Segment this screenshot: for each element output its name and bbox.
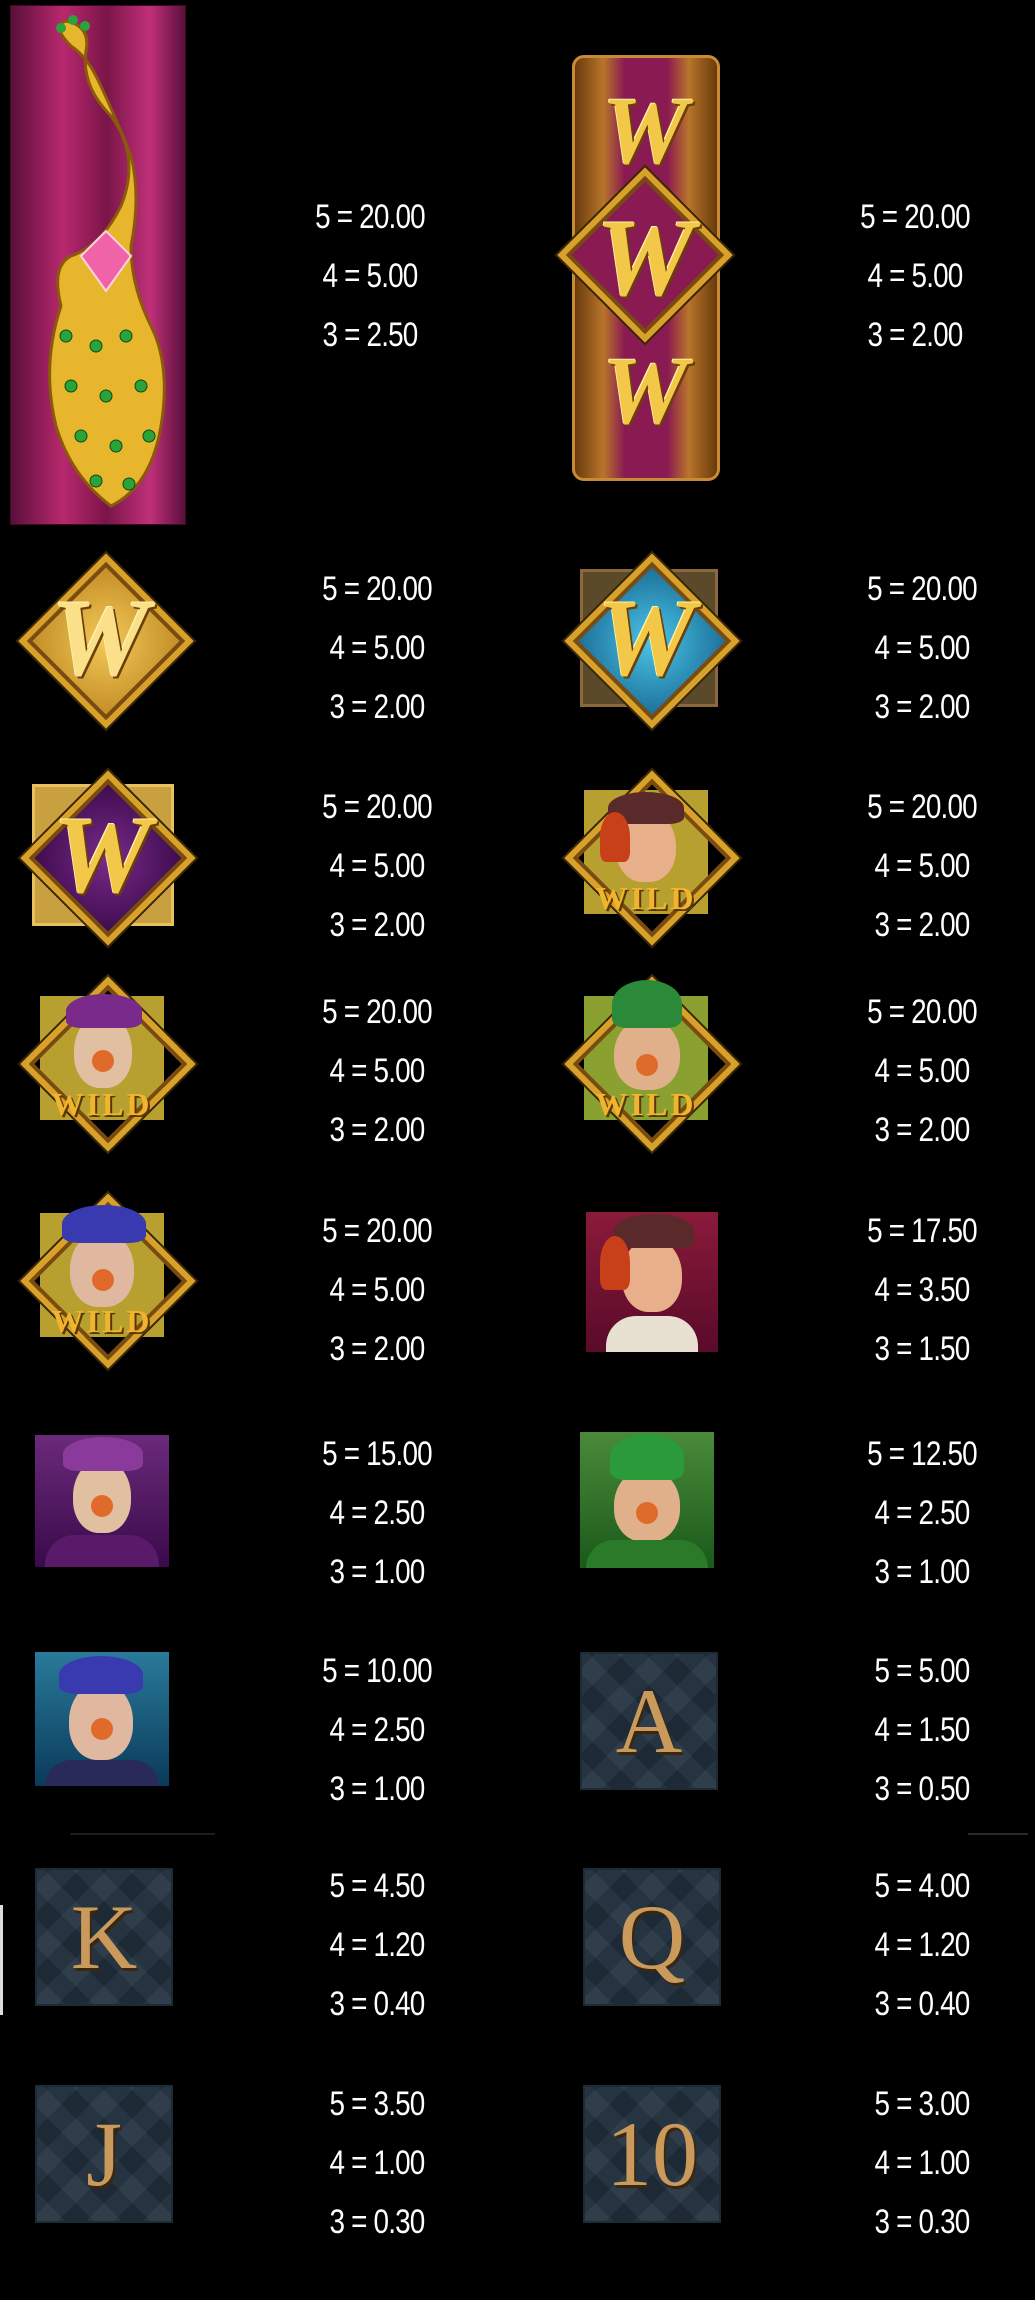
- pay-3: 3 = 2.00: [874, 688, 971, 726]
- woman-wild-symbol: WILD: [564, 770, 740, 946]
- paytable-values: 5 = 20.00 4 = 5.00 3 = 2.00: [277, 560, 477, 737]
- pay-3: 3 = 1.00: [874, 1553, 971, 1591]
- pay-5: 5 = 20.00: [867, 788, 977, 826]
- paytable-values: 5 = 4.00 4 = 1.20 3 = 0.40: [822, 1857, 1022, 2034]
- paytable-values: 5 = 4.50 4 = 1.20 3 = 0.40: [277, 1857, 477, 2034]
- pay-3: 3 = 2.00: [329, 906, 426, 944]
- king-symbol: K: [35, 1868, 173, 2006]
- gold-wild-symbol: W: [18, 553, 194, 729]
- divider: [70, 1833, 215, 1835]
- peacock-symbol: [10, 5, 186, 525]
- pay-3: 3 = 0.40: [874, 1985, 971, 2023]
- paytable-values: 5 = 20.00 4 = 5.00 3 = 2.00: [815, 188, 1015, 365]
- pay-5: 5 = 12.50: [867, 1435, 977, 1473]
- pay-5: 5 = 4.50: [329, 1867, 426, 1905]
- pay-3: 3 = 1.00: [329, 1553, 426, 1591]
- paytable-values: 5 = 20.00 4 = 5.00 3 = 2.00: [277, 778, 477, 955]
- pay-5: 5 = 5.00: [874, 1652, 971, 1690]
- paytable-values: 5 = 15.00 4 = 2.50 3 = 1.00: [277, 1425, 477, 1602]
- pay-4: 4 = 1.00: [329, 2144, 426, 2182]
- pay-5: 5 = 4.00: [874, 1867, 971, 1905]
- divider: [0, 1905, 3, 2015]
- pay-5: 5 = 20.00: [315, 198, 425, 236]
- pay-5: 5 = 3.00: [874, 2085, 971, 2123]
- pay-5: 5 = 20.00: [322, 788, 432, 826]
- pay-4: 4 = 5.00: [329, 847, 426, 885]
- pay-5: 5 = 20.00: [860, 198, 970, 236]
- paytable-values: 5 = 20.00 4 = 5.00 3 = 2.00: [822, 778, 1022, 955]
- pay-4: 4 = 5.00: [867, 257, 964, 295]
- pay-4: 4 = 2.50: [329, 1711, 426, 1749]
- pay-4: 4 = 2.50: [874, 1494, 971, 1532]
- pay-3: 3 = 2.00: [329, 1111, 426, 1149]
- pay-3: 3 = 2.00: [329, 688, 426, 726]
- pay-3: 3 = 0.30: [329, 2203, 426, 2241]
- purple-wild-symbol: W: [20, 770, 196, 946]
- pay-4: 4 = 2.50: [329, 1494, 426, 1532]
- jack-symbol: J: [35, 2085, 173, 2223]
- pay-4: 4 = 3.50: [874, 1271, 971, 1309]
- pay-3: 3 = 0.50: [874, 1770, 971, 1808]
- queen-symbol: Q: [583, 1868, 721, 2006]
- paytable-values: 5 = 3.50 4 = 1.00 3 = 0.30: [277, 2075, 477, 2252]
- paytable-values: 5 = 20.00 4 = 5.00 3 = 2.50: [270, 188, 470, 365]
- pay-3: 3 = 2.00: [867, 316, 964, 354]
- pay-4: 4 = 1.20: [874, 1926, 971, 1964]
- divider: [968, 1833, 1028, 1835]
- blue-man-wild-symbol: WILD: [20, 1193, 196, 1369]
- pay-5: 5 = 20.00: [867, 993, 977, 1031]
- green-man-wild-symbol: WILD: [564, 976, 740, 1152]
- pay-5: 5 = 10.00: [322, 1652, 432, 1690]
- purple-man-symbol: [35, 1435, 169, 1567]
- pay-5: 5 = 3.50: [329, 2085, 426, 2123]
- pay-4: 4 = 1.00: [874, 2144, 971, 2182]
- blue-wild-symbol: W: [564, 553, 740, 729]
- paytable-values: 5 = 10.00 4 = 2.50 3 = 1.00: [277, 1642, 477, 1819]
- stacked-wild-symbol: W W W: [557, 55, 733, 481]
- pay-4: 4 = 5.00: [874, 1052, 971, 1090]
- paytable-values: 5 = 20.00 4 = 5.00 3 = 2.00: [277, 1202, 477, 1379]
- paytable-values: 5 = 12.50 4 = 2.50 3 = 1.00: [822, 1425, 1022, 1602]
- pay-4: 4 = 5.00: [329, 629, 426, 667]
- paytable-values: 5 = 5.00 4 = 1.50 3 = 0.50: [822, 1642, 1022, 1819]
- pay-3: 3 = 1.00: [329, 1770, 426, 1808]
- pay-4: 4 = 1.50: [874, 1711, 971, 1749]
- pay-3: 3 = 2.00: [874, 1111, 971, 1149]
- pay-3: 3 = 2.50: [322, 316, 419, 354]
- paytable-values: 5 = 17.50 4 = 3.50 3 = 1.50: [822, 1202, 1022, 1379]
- blue-man-symbol: [35, 1652, 169, 1786]
- purple-man-wild-symbol: WILD: [20, 976, 196, 1152]
- ace-symbol: A: [580, 1652, 718, 1790]
- pay-4: 4 = 5.00: [874, 629, 971, 667]
- pay-3: 3 = 2.00: [874, 906, 971, 944]
- pay-3: 3 = 0.40: [329, 1985, 426, 2023]
- pay-5: 5 = 15.00: [322, 1435, 432, 1473]
- pay-4: 4 = 1.20: [329, 1926, 426, 1964]
- pay-3: 3 = 1.50: [874, 1330, 971, 1368]
- pay-4: 4 = 5.00: [874, 847, 971, 885]
- peacock-icon: [48, 15, 166, 508]
- paytable-values: 5 = 3.00 4 = 1.00 3 = 0.30: [822, 2075, 1022, 2252]
- pay-5: 5 = 20.00: [867, 570, 977, 608]
- green-man-symbol: [580, 1432, 714, 1568]
- woman-symbol: [586, 1212, 718, 1352]
- paytable-values: 5 = 20.00 4 = 5.00 3 = 2.00: [822, 983, 1022, 1160]
- paytable-values: 5 = 20.00 4 = 5.00 3 = 2.00: [277, 983, 477, 1160]
- paytable-values: 5 = 20.00 4 = 5.00 3 = 2.00: [822, 560, 1022, 737]
- pay-5: 5 = 20.00: [322, 1212, 432, 1250]
- pay-5: 5 = 20.00: [322, 993, 432, 1031]
- pay-4: 4 = 5.00: [322, 257, 419, 295]
- ten-symbol: 10: [583, 2085, 721, 2223]
- pay-3: 3 = 0.30: [874, 2203, 971, 2241]
- pay-5: 5 = 20.00: [322, 570, 432, 608]
- pay-4: 4 = 5.00: [329, 1271, 426, 1309]
- pay-5: 5 = 17.50: [867, 1212, 977, 1250]
- pay-4: 4 = 5.00: [329, 1052, 426, 1090]
- pay-3: 3 = 2.00: [329, 1330, 426, 1368]
